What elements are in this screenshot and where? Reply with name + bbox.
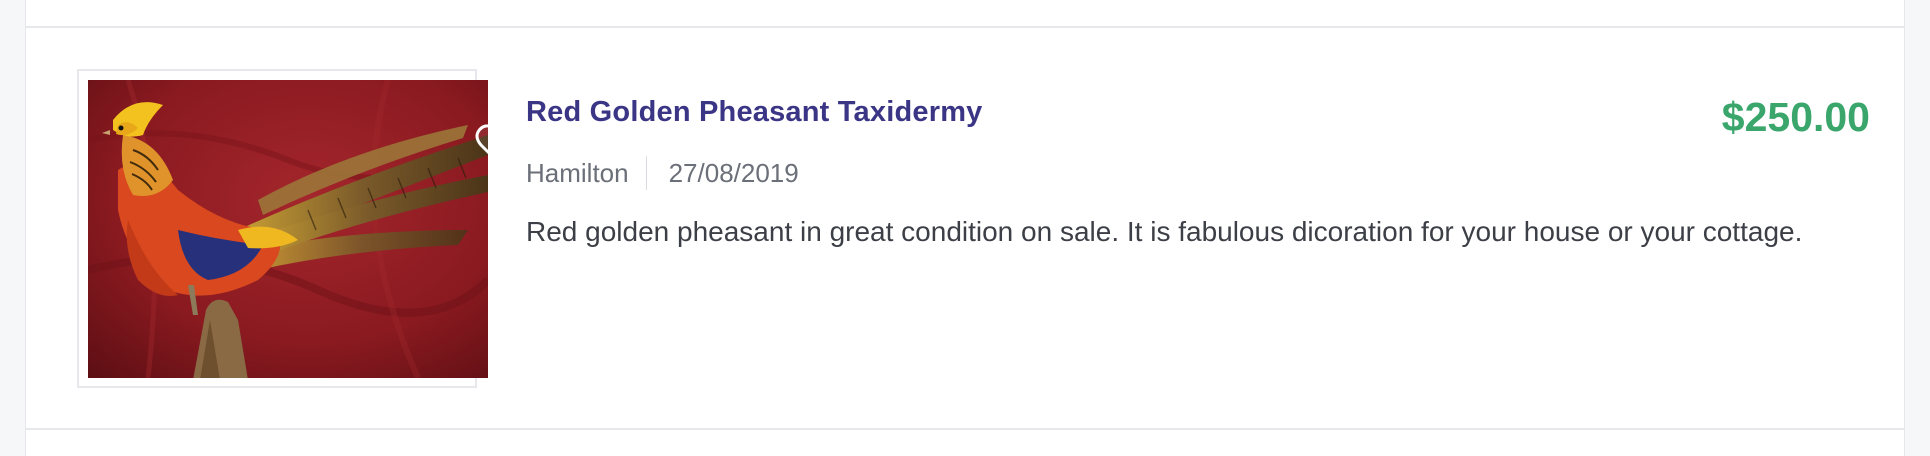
heart-outline-icon[interactable] [475, 123, 521, 165]
pheasant-photo[interactable] [88, 80, 488, 378]
listing-location: Hamilton [526, 157, 629, 188]
listing-price: $250.00 [1721, 94, 1870, 140]
meta-divider [645, 156, 647, 190]
listing-card[interactable]: Red Golden Pheasant Taxidermy $250.00 Ha… [25, 27, 1905, 429]
previous-listing-card [25, 0, 1905, 27]
next-listing-card [25, 429, 1905, 456]
listing-date: 27/08/2019 [668, 157, 799, 188]
listing-meta: Hamilton 27/08/2019 [526, 156, 799, 190]
listing-thumbnail[interactable] [77, 69, 521, 388]
listing-title[interactable]: Red Golden Pheasant Taxidermy [526, 96, 983, 129]
listing-page: Red Golden Pheasant Taxidermy $250.00 Ha… [0, 0, 1930, 456]
listing-description: Red golden pheasant in great condition o… [526, 216, 1803, 247]
